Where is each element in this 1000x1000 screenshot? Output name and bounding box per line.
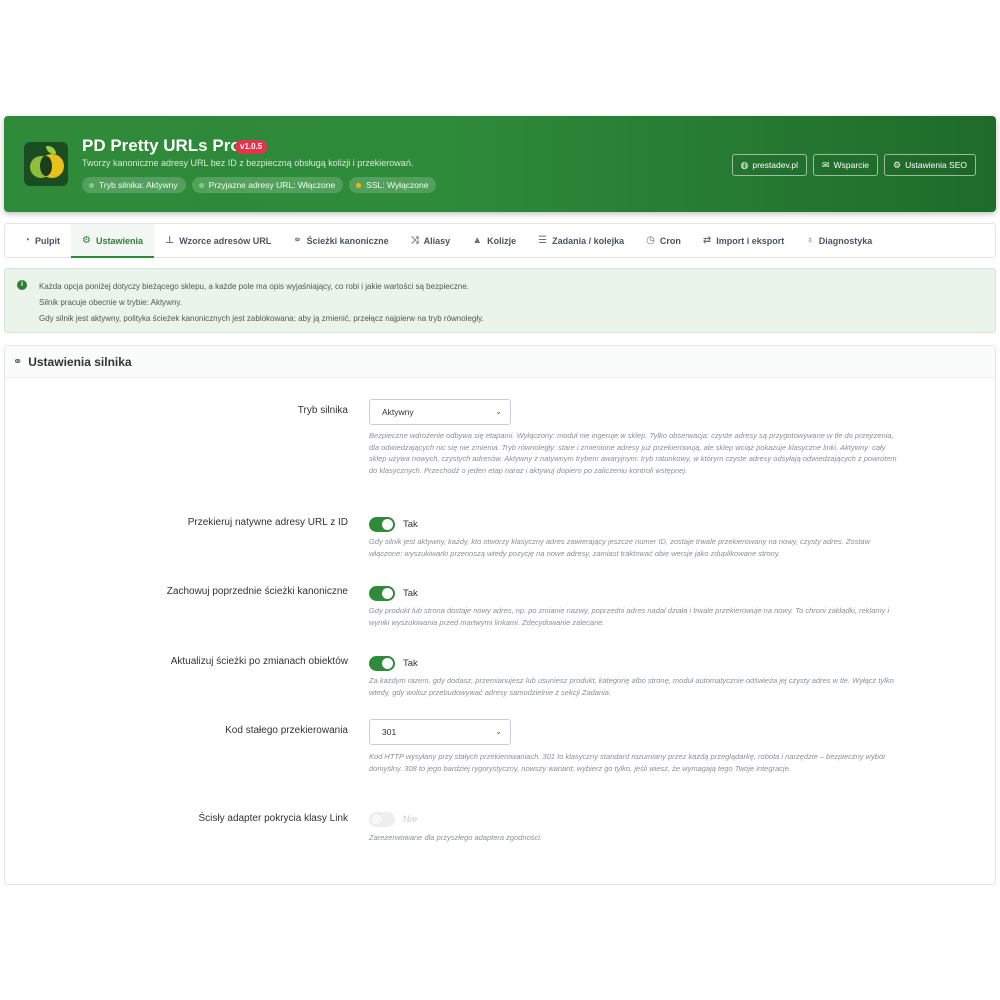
status-dot-icon	[356, 182, 362, 188]
tab-diagnostics[interactable]: ♁ Diagnostyka	[795, 224, 883, 257]
dashboard-icon: ◔	[24, 235, 31, 246]
app-title: PD Pretty URLs Pro	[82, 136, 241, 155]
field-help: Bezpieczne wdrożenie odbywa się etapami.…	[369, 431, 897, 475]
gears-icon: ⚙	[893, 159, 902, 170]
field-label: Zachowuj poprzednie ścieżki kanoniczne	[166, 586, 348, 597]
prestadev-link-button[interactable]: ◍ prestadev.pl	[731, 154, 808, 176]
panel-title: Ustawienia silnika	[28, 354, 132, 369]
tab-label: Ustawienia	[96, 235, 144, 246]
tab-settings[interactable]: ⚙ Ustawienia	[71, 224, 155, 258]
field-label: Aktualizuj ścieżki po zmianach obiektów	[170, 656, 348, 667]
tab-label: Import i eksport	[716, 235, 785, 246]
status-pill-engine: Tryb silnika: Aktywny	[82, 177, 186, 193]
tab-label: Aliasy	[423, 235, 451, 246]
tab-aliases[interactable]: ⤨ Aliasy	[400, 224, 462, 257]
status-pill-label: Przyjazne adresy URL: Włączone	[208, 180, 336, 190]
select-value: Aktywny	[382, 407, 414, 417]
field-label: Przekieruj natywne adresy URL z ID	[187, 517, 348, 528]
link-icon: ⚭	[13, 356, 23, 368]
redirect-native-urls-toggle[interactable]: Tak	[369, 517, 418, 532]
link-icon: ⚭	[293, 235, 302, 246]
toggle-label: Tak	[403, 658, 418, 669]
tab-canonical-paths[interactable]: ⚭ Ścieżki kanoniczne	[282, 224, 399, 257]
tab-tasks-queue[interactable]: ☰ Zadania / kolejka	[527, 224, 635, 257]
info-line: Każda opcja poniżej dotyczy bieżącego sk…	[39, 282, 469, 291]
select-value: 301	[382, 727, 397, 737]
field-help: Kod HTTP wysyłany przy stałych przekiero…	[369, 752, 886, 773]
button-label: Ustawienia SEO	[905, 160, 967, 170]
field-help: Gdy silnik jest aktywny, każdy, kto otwo…	[369, 537, 871, 558]
gears-icon: ⚙	[82, 235, 92, 246]
field-label: Ścisły adapter pokrycia klasy Link	[198, 813, 348, 824]
envelope-icon: ✉	[822, 159, 830, 170]
field-help: Za każdym razem, gdy dodasz, przemianuje…	[369, 676, 894, 697]
support-button[interactable]: ✉ Wsparcie	[813, 154, 879, 176]
seo-settings-button[interactable]: ⚙ Ustawienia SEO	[884, 154, 976, 176]
engine-settings-panel: ⚭ Ustawienia silnika Tryb silnika Aktywn…	[4, 345, 996, 885]
status-dot-icon	[89, 182, 94, 188]
strict-link-adapter-toggle[interactable]: Nie	[369, 812, 417, 827]
module-logo	[24, 142, 68, 186]
tab-label: Zadania / kolejka	[552, 235, 625, 246]
stethoscope-icon: ♁	[806, 235, 814, 246]
tab-collisions[interactable]: ▲ Kolizje	[461, 224, 527, 257]
button-label: Wsparcie	[833, 160, 870, 170]
info-line: Gdy silnik jest aktywny, polityka ścieże…	[39, 314, 484, 323]
field-help: Zarezerwowane dla przyszłego adaptera zg…	[369, 833, 543, 842]
tab-url-patterns[interactable]: ⊥ Wzorce adresów URL	[154, 224, 282, 257]
app-subtitle: Tworzy kanoniczne adresy URL bez ID z be…	[82, 158, 414, 168]
field-label: Tryb silnika	[297, 405, 348, 416]
button-label: prestadev.pl	[752, 160, 799, 170]
info-alert: i Każda opcja poniżej dotyczy bieżącego …	[4, 268, 996, 333]
globe-icon: ◍	[740, 159, 749, 170]
field-label: Kod stałego przekierowania	[225, 725, 348, 736]
tab-label: Kolizje	[487, 235, 517, 246]
toggle-label: Tak	[403, 519, 418, 530]
field-help: Gdy produkt lub strona dostaje nowy adre…	[369, 606, 890, 627]
tab-bar: ◔ Pulpit ⚙ Ustawienia ⊥ Wzorce adresów U…	[4, 223, 996, 258]
engine-mode-select[interactable]: Aktywny ⌄	[369, 399, 511, 425]
status-pill-label: Tryb silnika: Aktywny	[99, 180, 178, 190]
status-pills: Tryb silnika: Aktywny Przyjazne adresy U…	[82, 177, 437, 193]
sitemap-icon: ⊥	[165, 235, 175, 246]
chevron-down-icon: ⌄	[495, 727, 502, 736]
redirect-code-select[interactable]: 301 ⌄	[369, 719, 511, 745]
status-dot-icon	[198, 182, 204, 188]
tab-label: Cron	[659, 235, 681, 246]
keep-previous-paths-toggle[interactable]: Tak	[369, 586, 418, 601]
warning-icon: ▲	[472, 235, 483, 246]
tasks-icon: ☰	[538, 235, 548, 246]
tab-import-export[interactable]: ⇄ Import i eksport	[692, 224, 795, 257]
tab-label: Pulpit	[35, 235, 61, 246]
tab-dashboard[interactable]: ◔ Pulpit	[13, 224, 71, 257]
panel-header: ⚭ Ustawienia silnika	[5, 346, 995, 378]
toggle-switch[interactable]	[369, 656, 395, 671]
chevron-down-icon: ⌄	[495, 407, 502, 416]
tab-label: Ścieżki kanoniczne	[306, 235, 389, 246]
update-paths-toggle[interactable]: Tak	[369, 656, 418, 671]
clock-icon: ◷	[646, 235, 655, 246]
tab-label: Wzorce adresów URL	[179, 235, 272, 246]
tab-label: Diagnostyka	[818, 235, 873, 246]
info-icon: i	[17, 280, 27, 290]
toggle-switch[interactable]	[369, 517, 395, 532]
status-pill-ssl: SSL: Wyłączone	[349, 177, 437, 193]
toggle-switch[interactable]	[369, 812, 395, 827]
info-line: Silnik pracuje obecnie w trybie: Aktywny…	[39, 298, 183, 307]
module-header: PD Pretty URLs Pro v1.0.5 Tworzy kanonic…	[4, 116, 996, 212]
toggle-switch[interactable]	[369, 586, 395, 601]
exchange-icon: ⇄	[702, 235, 712, 246]
status-pill-label: SSL: Wyłączone	[366, 180, 429, 190]
toggle-label: Tak	[403, 588, 418, 599]
header-buttons: ◍ prestadev.pl ✉ Wsparcie ⚙ Ustawienia S…	[731, 154, 976, 176]
tab-cron[interactable]: ◷ Cron	[635, 224, 692, 257]
status-pill-friendly-urls: Przyjazne adresy URL: Włączone	[191, 177, 344, 193]
version-badge: v1.0.5	[235, 140, 268, 154]
toggle-label: Nie	[403, 814, 418, 825]
shuffle-icon: ⤨	[410, 235, 419, 246]
